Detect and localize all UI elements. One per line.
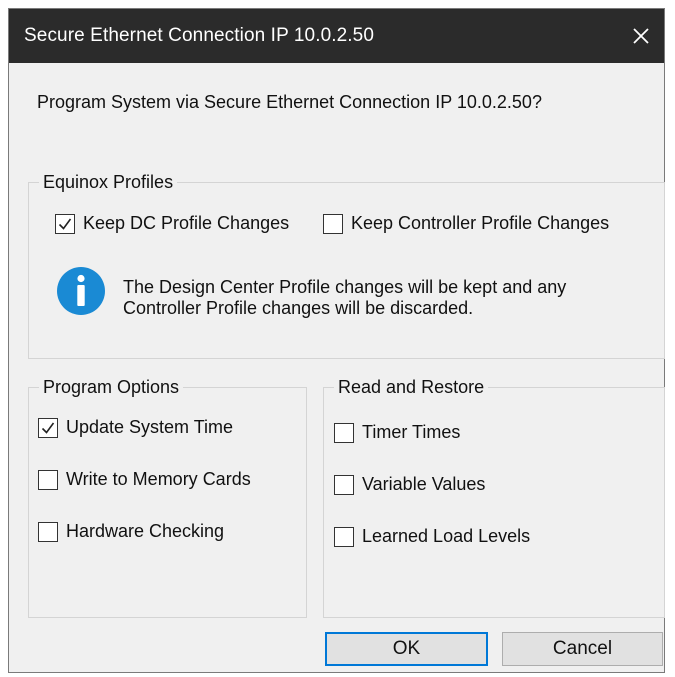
read-restore-group: Read and Restore xyxy=(323,377,665,618)
dialog-window: Secure Ethernet Connection IP 10.0.2.50 … xyxy=(8,8,665,673)
learned-load-levels-checkbox[interactable]: Learned Load Levels xyxy=(334,526,530,547)
close-icon xyxy=(633,28,649,44)
checkbox-label: Keep DC Profile Changes xyxy=(83,213,290,233)
checkbox-label: Keep Controller Profile Changes xyxy=(351,213,610,233)
checkbox-label: Update System Time xyxy=(66,417,234,437)
program-options-group: Program Options xyxy=(28,377,307,618)
checkbox-box[interactable] xyxy=(55,213,75,234)
title-bar[interactable]: Secure Ethernet Connection IP 10.0.2.50 xyxy=(9,9,664,63)
checkbox-label: Learned Load Levels xyxy=(362,526,531,546)
close-button[interactable] xyxy=(624,19,658,53)
window-title: Secure Ethernet Connection IP 10.0.2.50 xyxy=(24,25,375,46)
equinox-profiles-legend: Equinox Profiles xyxy=(43,172,174,192)
checkmark-icon xyxy=(58,218,72,230)
write-memory-cards-checkbox[interactable]: Write to Memory Cards xyxy=(38,469,251,490)
update-system-time-checkbox[interactable]: Update System Time xyxy=(38,417,233,438)
read-restore-legend: Read and Restore xyxy=(338,377,485,397)
ok-button[interactable]: OK xyxy=(325,632,488,666)
checkbox-box[interactable] xyxy=(334,474,354,495)
program-options-legend: Program Options xyxy=(43,377,180,397)
variable-values-checkbox[interactable]: Variable Values xyxy=(334,474,485,495)
checkmark-icon xyxy=(41,422,55,434)
info-message: The Design Center Profile changes will b… xyxy=(123,277,567,318)
equinox-profiles-group: Equinox Profiles xyxy=(28,172,665,359)
checkbox-box[interactable] xyxy=(323,213,343,234)
keep-controller-profile-checkbox[interactable]: Keep Controller Profile Changes xyxy=(323,213,609,234)
checkbox-label: Write to Memory Cards xyxy=(66,469,251,489)
checkbox-box[interactable] xyxy=(38,469,58,490)
info-icon xyxy=(57,267,105,315)
checkbox-box[interactable] xyxy=(38,417,58,438)
checkbox-label: Variable Values xyxy=(362,474,486,494)
checkbox-box[interactable] xyxy=(334,526,354,547)
hardware-checking-checkbox[interactable]: Hardware Checking xyxy=(38,521,224,542)
checkbox-box[interactable] xyxy=(334,422,354,443)
checkbox-box[interactable] xyxy=(38,521,58,542)
prompt-text: Program System via Secure Ethernet Conne… xyxy=(37,92,542,112)
cancel-button[interactable]: Cancel xyxy=(502,632,663,666)
timer-times-checkbox[interactable]: Timer Times xyxy=(334,422,460,443)
checkbox-label: Hardware Checking xyxy=(66,521,225,541)
checkbox-label: Timer Times xyxy=(362,422,461,442)
keep-dc-profile-checkbox[interactable]: Keep DC Profile Changes xyxy=(55,213,289,234)
